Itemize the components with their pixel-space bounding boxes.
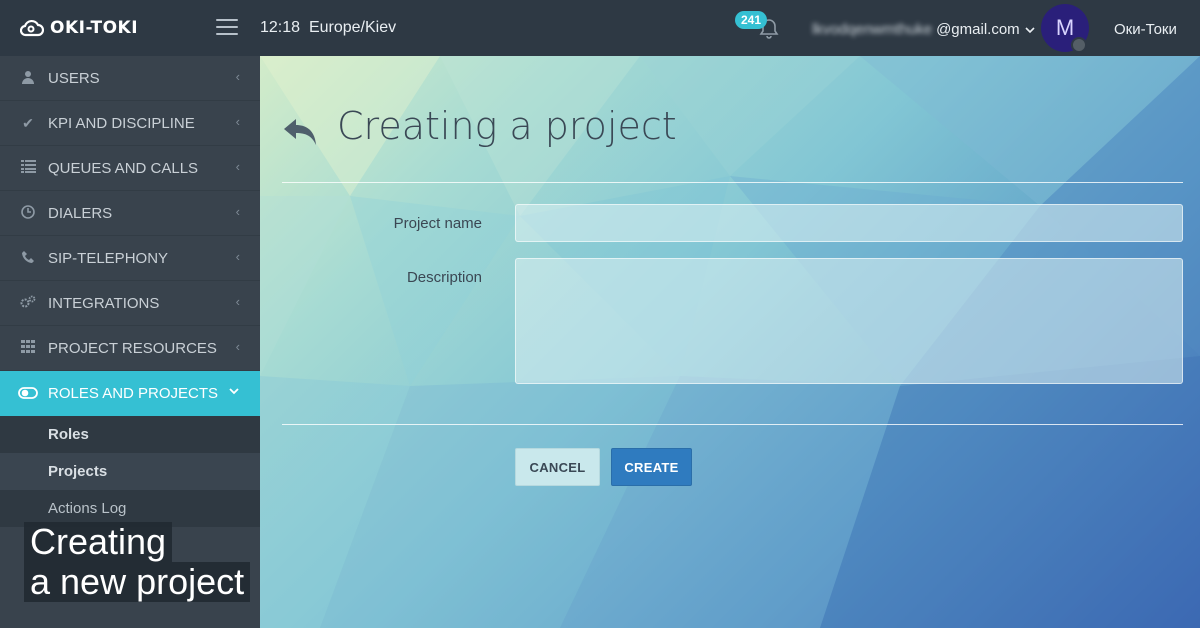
chevron-left-icon: ‹ xyxy=(235,159,240,174)
list-icon xyxy=(18,160,38,176)
submenu-item-roles[interactable]: Roles xyxy=(0,416,260,453)
sidebar-item-kpi[interactable]: ✔ KPI AND DISCIPLINE ‹ xyxy=(0,101,260,146)
cloud-icon xyxy=(20,19,44,37)
notifications-badge[interactable]: 241 xyxy=(735,11,768,29)
sidebar-item-label: ROLES AND PROJECTS xyxy=(48,385,219,402)
description-label: Description xyxy=(406,269,482,286)
sidebar-item-queues[interactable]: QUEUES AND CALLS ‹ xyxy=(0,146,260,191)
create-button[interactable]: CREATE xyxy=(611,448,692,486)
chevron-left-icon: ‹ xyxy=(235,114,240,129)
cancel-button[interactable]: CANCEL xyxy=(515,448,600,486)
chevron-left-icon: ‹ xyxy=(235,339,240,354)
top-bar: OKI-TOKI 12:18 Europe/Kiev 241 lkvodqenw… xyxy=(0,0,1200,56)
sidebar-item-integrations[interactable]: INTEGRATIONS ‹ xyxy=(0,281,260,326)
logo-text: OKI-TOKI xyxy=(50,18,139,38)
description-textarea[interactable] xyxy=(515,258,1183,384)
caption-line-1: Creating xyxy=(24,522,173,562)
sidebar-item-dialers[interactable]: DIALERS ‹ xyxy=(0,191,260,236)
title-divider xyxy=(282,182,1183,183)
timezone-value: Europe/Kiev xyxy=(308,19,397,36)
sidebar-item-label: SIP-TELEPHONY xyxy=(48,249,169,267)
gears-icon xyxy=(18,295,38,312)
clock-display: 12:18 Europe/Kiev xyxy=(260,19,396,37)
phone-icon xyxy=(18,250,38,267)
chevron-down-icon xyxy=(228,384,240,399)
submenu-roles-and-projects: Roles Projects Actions Log xyxy=(0,416,260,527)
company-name[interactable]: Оки-Токи xyxy=(1114,21,1177,38)
grid-icon xyxy=(18,340,38,356)
sidebar-item-label: DIALERS xyxy=(48,204,113,222)
sidebar-item-roles-and-projects[interactable]: ROLES AND PROJECTS xyxy=(0,371,260,416)
sidebar-item-sip-telephony[interactable]: SIP-TELEPHONY ‹ xyxy=(0,236,260,281)
menu-toggle-icon[interactable] xyxy=(216,19,238,37)
toggle-icon xyxy=(18,386,38,402)
form-divider xyxy=(282,424,1183,425)
sidebar-item-label: KPI AND DISCIPLINE xyxy=(48,114,195,132)
project-name-label: Project name xyxy=(393,215,482,232)
back-arrow-icon[interactable] xyxy=(282,116,320,148)
sidebar-item-label: INTEGRATIONS xyxy=(48,294,160,312)
check-icon: ✔ xyxy=(22,114,34,131)
sidebar-item-label: QUEUES AND CALLS xyxy=(48,159,199,177)
submenu-item-projects[interactable]: Projects xyxy=(0,453,260,490)
sidebar-item-label: USERS xyxy=(48,69,100,87)
chevron-left-icon: ‹ xyxy=(235,294,240,309)
project-name-input[interactable] xyxy=(515,204,1183,242)
caption-line-2: a new project xyxy=(24,562,251,602)
email-domain: @gmail.com xyxy=(936,21,1020,38)
page-title: Creating a project xyxy=(337,104,677,148)
caption-overlay: Creating a new project xyxy=(24,522,251,602)
account-dropdown[interactable]: lkvodqenwmthuke @gmail.com xyxy=(812,21,1036,38)
user-icon xyxy=(18,70,38,87)
chevron-left-icon: ‹ xyxy=(235,249,240,264)
time-value: 12:18 xyxy=(260,19,301,36)
sidebar-item-label: PROJECT RESOURCES xyxy=(48,339,217,357)
logo[interactable]: OKI-TOKI xyxy=(20,15,138,41)
clock-icon xyxy=(18,204,38,222)
main-content: Creating a project Project name Descript… xyxy=(260,56,1200,628)
chevron-left-icon: ‹ xyxy=(235,69,240,84)
sidebar-item-users[interactable]: USERS ‹ xyxy=(0,56,260,101)
chevron-left-icon: ‹ xyxy=(235,204,240,219)
sidebar-item-project-resources[interactable]: PROJECT RESOURCES ‹ xyxy=(0,326,260,371)
status-dot xyxy=(1071,37,1087,53)
chevron-down-icon xyxy=(1025,26,1035,33)
email-user-part: lkvodqenwmthuke xyxy=(812,21,933,38)
